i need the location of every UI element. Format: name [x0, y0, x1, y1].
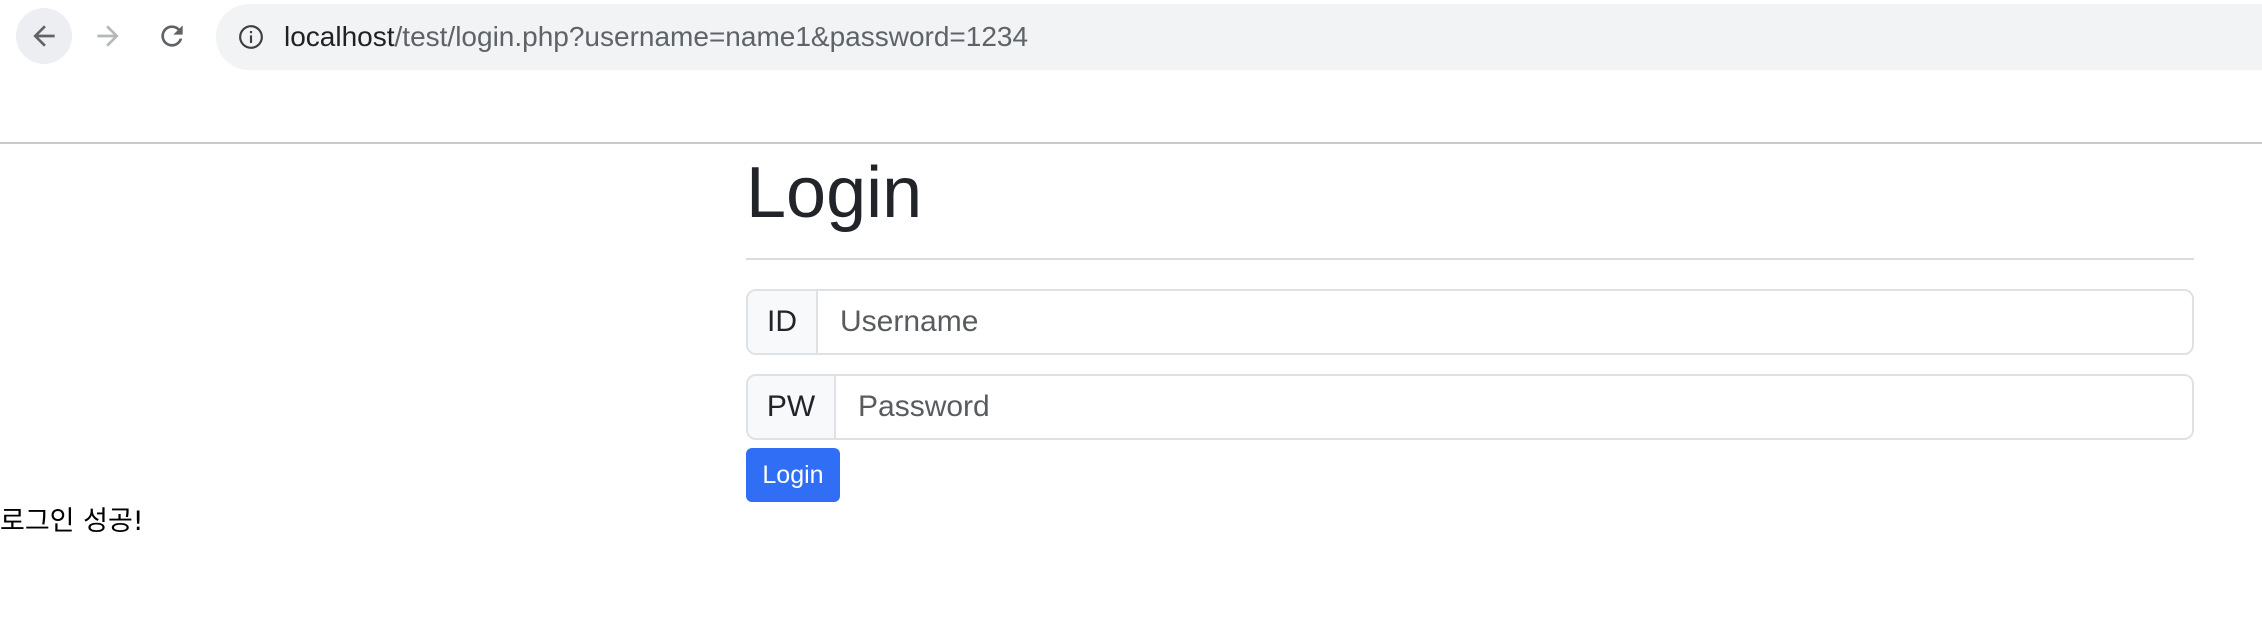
- username-input[interactable]: [818, 291, 2192, 353]
- url-host: localhost: [284, 21, 395, 52]
- reload-icon: [161, 25, 183, 47]
- password-label: PW: [748, 376, 836, 438]
- url-path: /test/login.php?username=name1&password=…: [394, 21, 1029, 52]
- password-input-group: PW: [746, 374, 2194, 440]
- browser-toolbar: localhost/test/login.php?username=name1&…: [0, 0, 2262, 72]
- page-title: Login: [746, 153, 923, 233]
- arrow-left-icon: [33, 25, 55, 47]
- page-top-divider: [0, 142, 2262, 144]
- username-label: ID: [748, 291, 818, 353]
- back-button[interactable]: [16, 8, 72, 64]
- login-result-message: 로그인 성공!: [0, 506, 144, 537]
- password-input[interactable]: [836, 376, 2192, 438]
- info-icon[interactable]: [238, 24, 264, 50]
- reload-button[interactable]: [144, 8, 200, 64]
- login-button[interactable]: Login: [746, 448, 840, 502]
- address-bar[interactable]: localhost/test/login.php?username=name1&…: [216, 4, 2262, 70]
- arrow-right-icon: [97, 25, 119, 47]
- title-divider: [746, 258, 2194, 260]
- url-text[interactable]: localhost/test/login.php?username=name1&…: [284, 20, 1028, 54]
- username-input-group: ID: [746, 289, 2194, 355]
- forward-button[interactable]: [80, 8, 136, 64]
